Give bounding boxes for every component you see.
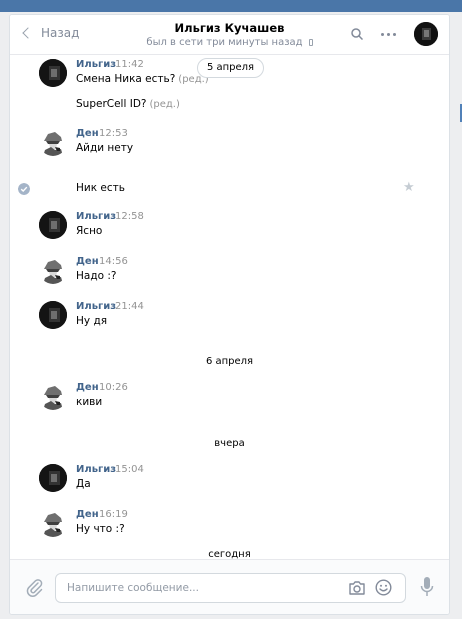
message-time[interactable]: 12:53 xyxy=(99,128,128,139)
avatar[interactable] xyxy=(39,128,67,156)
more-icon[interactable] xyxy=(381,33,396,36)
message-time[interactable]: 21:44 xyxy=(115,301,144,312)
message-text: Ну дя xyxy=(76,315,108,327)
message-body: Смена Ника есть? xyxy=(76,73,176,85)
chat-avatar[interactable] xyxy=(414,22,438,46)
message-text: Ник есть xyxy=(76,182,125,194)
avatar[interactable] xyxy=(39,301,67,329)
online-status: был в сети три минуты назад xyxy=(10,37,449,48)
message-history: Ильгиз 11:42 Смена Ника есть? (ред.) 5 ап… xyxy=(10,56,449,559)
avatar[interactable] xyxy=(39,211,67,239)
message-author[interactable]: Ден xyxy=(76,382,99,393)
chat-header: Назад Ильгиз Кучашев был в сети три мину… xyxy=(10,15,449,55)
search-icon[interactable] xyxy=(351,28,363,40)
star-icon[interactable]: ★ xyxy=(403,180,417,195)
message-text: киви xyxy=(76,396,103,408)
date-separator: вчера xyxy=(214,438,245,449)
online-status-text: был в сети три минуты назад xyxy=(146,37,303,48)
message-time[interactable]: 11:42 xyxy=(115,59,144,70)
date-separator: сегодня xyxy=(208,549,251,559)
camera-icon[interactable] xyxy=(348,580,366,596)
message-time[interactable]: 16:19 xyxy=(99,509,128,520)
message-time[interactable]: 14:56 xyxy=(99,256,128,267)
message-body: SuperCell ID? xyxy=(76,98,147,110)
message-text: Ну что :? xyxy=(76,523,125,535)
date-pill: 5 апреля xyxy=(197,58,264,78)
message-author[interactable]: Ильгиз xyxy=(76,464,116,475)
check-icon[interactable] xyxy=(18,183,30,195)
smile-icon[interactable] xyxy=(375,579,392,596)
message-author[interactable]: Ильгиз xyxy=(76,301,116,312)
microphone-icon[interactable] xyxy=(420,576,434,598)
message-composer xyxy=(10,559,449,614)
message-time[interactable]: 12:58 xyxy=(115,211,144,222)
message-text: Айди нету xyxy=(76,142,134,154)
message-text: Надо :? xyxy=(76,270,117,282)
avatar[interactable] xyxy=(39,509,67,537)
date-separator: 6 апреля xyxy=(205,356,254,367)
paperclip-icon[interactable] xyxy=(26,578,44,598)
avatar[interactable] xyxy=(39,256,67,284)
message-item[interactable]: Ник есть ★ xyxy=(10,180,449,196)
message-author[interactable]: Ден xyxy=(76,256,99,267)
message-author[interactable]: Ильгиз xyxy=(76,211,116,222)
message-time[interactable]: 15:04 xyxy=(115,464,144,475)
message-author[interactable]: Ильгиз xyxy=(76,59,116,70)
avatar[interactable] xyxy=(39,382,67,410)
edited-mark: (ред.) xyxy=(149,99,180,110)
message-text: Ясно xyxy=(76,225,103,237)
top-navigation-bar xyxy=(0,0,462,12)
avatar[interactable] xyxy=(39,464,67,492)
message-author[interactable]: Ден xyxy=(76,128,99,139)
message-text: SuperCell ID? (ред.) xyxy=(76,98,180,110)
message-time[interactable]: 10:26 xyxy=(99,382,128,393)
message-text: Да xyxy=(76,478,91,490)
avatar[interactable] xyxy=(39,59,67,87)
message-text: Смена Ника есть? (ред.) xyxy=(76,73,209,85)
mobile-icon xyxy=(308,39,313,46)
message-author[interactable]: Ден xyxy=(76,509,99,520)
chat-panel: Назад Ильгиз Кучашев был в сети три мину… xyxy=(9,14,450,615)
